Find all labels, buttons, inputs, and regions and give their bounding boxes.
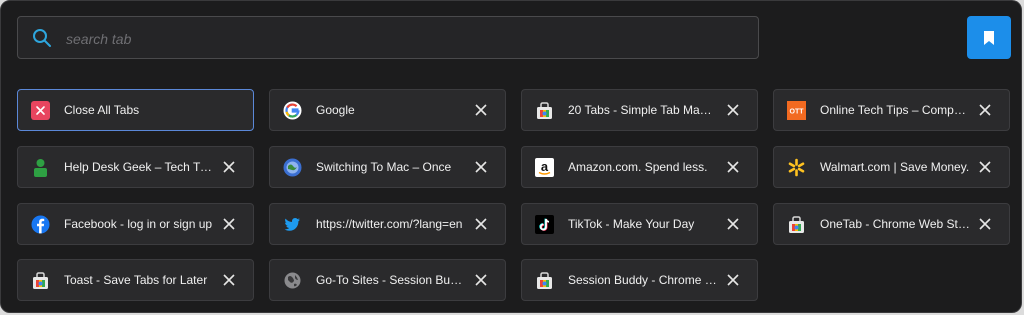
close-all-icon — [31, 101, 50, 120]
close-icon[interactable] — [222, 273, 236, 287]
svg-text:a: a — [541, 159, 549, 174]
tab-title: OneTab - Chrome Web Store — [820, 217, 970, 231]
tab-title: Toast - Save Tabs for Later — [64, 273, 208, 287]
close-icon[interactable] — [474, 160, 488, 174]
close-icon[interactable] — [978, 160, 992, 174]
tab-title: Session Buddy - Chrome Web Store — [568, 273, 718, 287]
tab-title: Go-To Sites - Session Buddy — [316, 273, 466, 287]
webstore-icon — [535, 101, 554, 120]
walmart-icon — [787, 158, 806, 177]
tab-title: Facebook - log in or sign up — [64, 217, 213, 231]
bookmark-button[interactable] — [967, 16, 1011, 59]
close-icon[interactable] — [978, 103, 992, 117]
tab-item[interactable]: Go-To Sites - Session Buddy — [269, 259, 506, 301]
close-all-label: Close All Tabs — [64, 103, 140, 117]
bookmark-icon — [984, 30, 994, 45]
close-icon[interactable] — [726, 217, 740, 231]
close-icon[interactable] — [222, 160, 236, 174]
tab-title: Help Desk Geek – Tech Tips — [64, 160, 214, 174]
tab-item[interactable]: Session Buddy - Chrome Web Store — [521, 259, 758, 301]
twitter-icon — [283, 215, 302, 234]
facebook-icon — [31, 215, 50, 234]
tab-item[interactable]: OTT Online Tech Tips – Computer Tips — [773, 89, 1010, 131]
tab-item[interactable]: Toast - Save Tabs for Later — [17, 259, 254, 301]
webstore-icon — [787, 215, 806, 234]
tiktok-icon — [535, 215, 554, 234]
tab-item[interactable]: a Amazon.com. Spend less. — [521, 146, 758, 188]
tab-item[interactable]: Switching To Mac – Once — [269, 146, 506, 188]
close-icon[interactable] — [726, 273, 740, 287]
helpdeskgeek-icon — [31, 158, 50, 177]
svg-text:OTT: OTT — [790, 109, 805, 116]
search-box[interactable] — [17, 16, 759, 60]
tab-title: Switching To Mac – Once — [316, 160, 452, 174]
close-icon[interactable] — [978, 217, 992, 231]
close-icon[interactable] — [726, 103, 740, 117]
close-icon[interactable] — [474, 217, 488, 231]
tab-item[interactable]: Walmart.com | Save Money. — [773, 146, 1010, 188]
tab-item[interactable]: Help Desk Geek – Tech Tips — [17, 146, 254, 188]
tab-title: Google — [316, 103, 355, 117]
tab-manager-panel: Close All Tabs Google 2 — [0, 0, 1022, 313]
tab-title: Walmart.com | Save Money. — [820, 160, 970, 174]
ott-icon: OTT — [787, 101, 806, 120]
close-icon[interactable] — [474, 273, 488, 287]
globe-icon — [283, 271, 302, 290]
tab-item[interactable]: Facebook - log in or sign up — [17, 203, 254, 245]
globe-mac-icon — [283, 158, 302, 177]
tab-title: TikTok - Make Your Day — [568, 217, 695, 231]
webstore-icon — [535, 271, 554, 290]
close-icon[interactable] — [474, 103, 488, 117]
tab-title: Amazon.com. Spend less. — [568, 160, 708, 174]
amazon-icon: a — [535, 158, 554, 177]
close-icon[interactable] — [222, 217, 236, 231]
tab-item[interactable]: OneTab - Chrome Web Store — [773, 203, 1010, 245]
tab-item[interactable]: Google — [269, 89, 506, 131]
google-icon — [283, 101, 302, 120]
tab-title: https://twitter.com/?lang=en — [316, 217, 463, 231]
search-icon — [33, 29, 51, 47]
webstore-icon — [31, 271, 50, 290]
close-icon[interactable] — [726, 160, 740, 174]
tab-title: Online Tech Tips – Computer Tips — [820, 103, 970, 117]
close-all-tabs-button[interactable]: Close All Tabs — [17, 89, 254, 131]
tab-item[interactable]: 20 Tabs - Simple Tab Manager — [521, 89, 758, 131]
tab-item[interactable]: TikTok - Make Your Day — [521, 203, 758, 245]
tab-item[interactable]: https://twitter.com/?lang=en — [269, 203, 506, 245]
search-input[interactable] — [64, 17, 748, 60]
tab-title: 20 Tabs - Simple Tab Manager — [568, 103, 718, 117]
